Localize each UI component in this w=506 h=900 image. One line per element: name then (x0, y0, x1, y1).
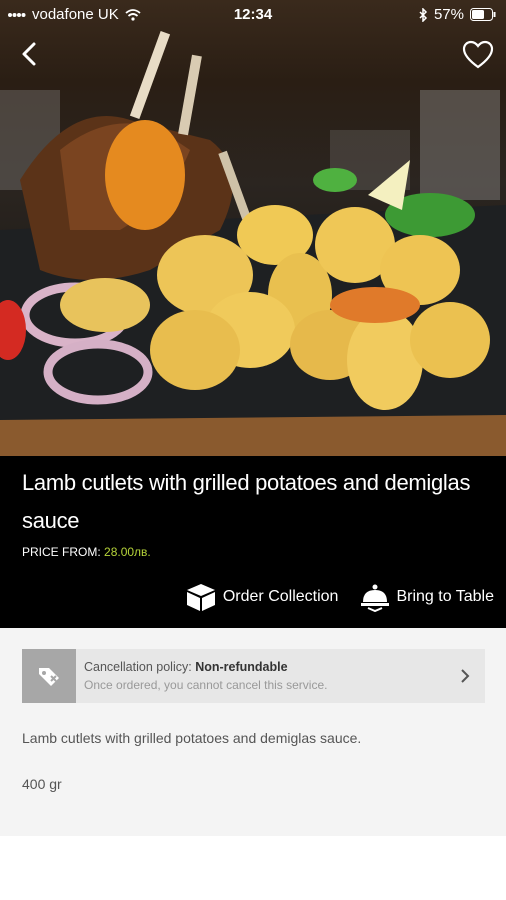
product-title: Lamb cutlets with grilled potatoes and d… (22, 470, 471, 533)
policy-label: Cancellation policy: (84, 660, 192, 674)
favorite-button[interactable] (462, 40, 494, 70)
order-actions: Order Collection Bring to Table (185, 582, 494, 612)
back-arrow-icon (22, 42, 36, 66)
product-description: Lamb cutlets with grilled potatoes and d… (22, 730, 362, 746)
policy-note: Once ordered, you cannot cancel this ser… (84, 678, 328, 692)
status-bar: vodafone UK 12:34 57% (0, 0, 506, 30)
tag-icon (39, 668, 59, 686)
heart-icon (462, 40, 494, 69)
cloche-icon (361, 584, 390, 612)
back-button[interactable] (16, 40, 44, 68)
price-value: 28.00лв. (104, 545, 151, 559)
price-label: PRICE FROM: (22, 545, 101, 559)
battery-icon (470, 8, 496, 21)
product-weight: 400 gr (22, 776, 62, 792)
policy-title: Cancellation policy: Non-refundable (84, 660, 327, 674)
order-collection-button[interactable]: Order Collection (185, 582, 339, 612)
policy-value: Non-refundable (195, 660, 288, 674)
dish-illustration (0, 31, 506, 456)
bring-to-table-button[interactable]: Bring to Table (360, 582, 494, 612)
details-section: Cancellation policy: Non-refundable Once… (0, 628, 506, 836)
policy-icon-box (22, 649, 76, 703)
cancellation-policy-row[interactable]: Cancellation policy: Non-refundable Once… (22, 649, 485, 703)
dish-photo: vodafone UK 12:34 57% (0, 0, 506, 456)
price-line: PRICE FROM: 28.00лв. (22, 545, 151, 559)
bluetooth-icon (419, 7, 428, 22)
bring-to-table-label: Bring to Table (396, 588, 494, 605)
product-info: Lamb cutlets with grilled potatoes and d… (0, 456, 506, 628)
policy-text: Cancellation policy: Non-refundable Once… (76, 649, 327, 703)
battery-percent: 57% (433, 6, 464, 23)
box-icon (186, 584, 215, 611)
status-right: 57% (418, 6, 496, 23)
chevron-right-icon (461, 669, 470, 683)
order-collection-label: Order Collection (222, 588, 339, 605)
